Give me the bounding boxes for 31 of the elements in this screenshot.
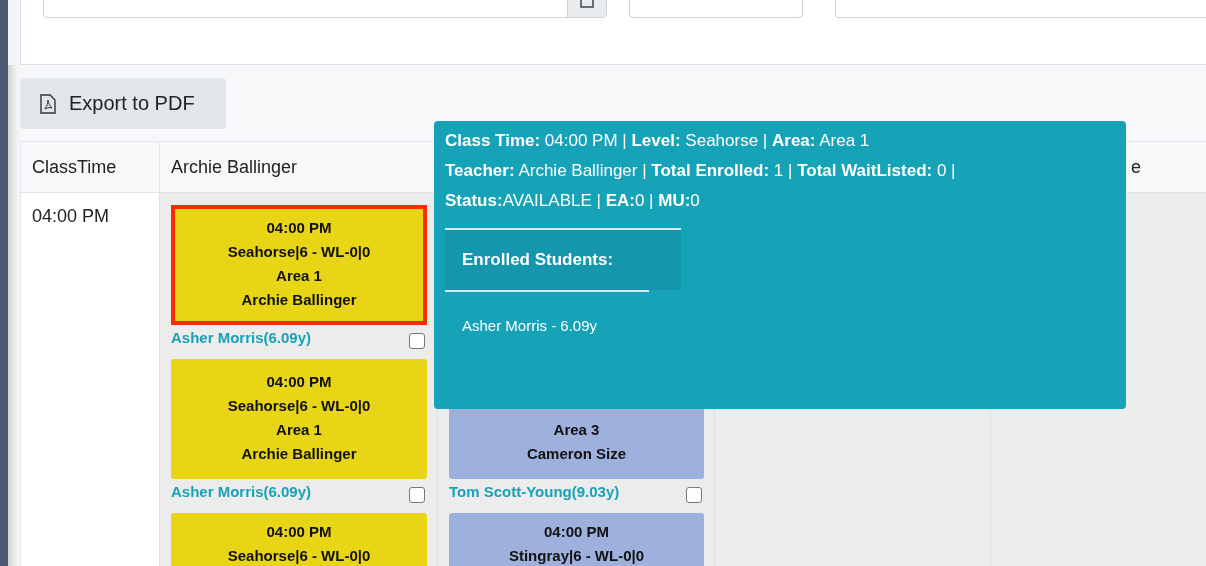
column-header: ClassTime xyxy=(20,141,159,193)
column-header: Archie Ballinger xyxy=(159,141,437,193)
class-card-line: Cameron Size xyxy=(526,444,627,464)
export-pdf-button[interactable]: Export to PDF xyxy=(20,78,226,129)
class-card-line: Seahorse|6 - WL-0|0 xyxy=(227,396,371,416)
class-time-cell: 04:00 PM xyxy=(20,193,159,566)
class-card-line: Area 1 xyxy=(276,266,322,286)
class-card[interactable]: 04:00 PM Stingray|6 - WL-0|0 xyxy=(449,513,704,566)
class-card[interactable]: 04:00 PM Seahorse|6 - WL-0|0 xyxy=(171,513,427,566)
pdf-file-icon xyxy=(40,93,56,114)
class-card-line: Archie Ballinger xyxy=(241,444,357,464)
class-card-line: Area 3 xyxy=(553,420,600,440)
class-card-line: Stingray|6 - WL-0|0 xyxy=(508,546,645,566)
class-card-line: 04:00 PM xyxy=(266,372,332,392)
student-checkbox[interactable] xyxy=(409,487,425,503)
class-card-line: Seahorse|6 - WL-0|0 xyxy=(227,242,371,262)
class-info-text: Teacher: Archie Ballinger | Total Enrolled: 1 | Total WaitListed: 0 | xyxy=(445,160,957,182)
class-card-line: Seahorse|6 - WL-0|0 xyxy=(227,546,371,566)
class-card-line: 04:00 PM xyxy=(266,522,332,542)
class-card-line: 04:00 PM xyxy=(543,522,609,542)
class-card-line: Archie Ballinger xyxy=(241,290,357,310)
class-info-text: Class Time: 04:00 PM | Level: Seahorse | Area: Area 1 xyxy=(445,130,871,152)
class-card[interactable]: 04:00 PM Seahorse|6 - WL-0|0 Area 1 Archie Ballinger xyxy=(171,359,427,479)
class-card-line: Area 1 xyxy=(276,420,322,440)
class-info-text: Status:AVAILABLE | EA:0 | MU:0 xyxy=(445,190,701,212)
enrolled-students-heading: Enrolled Students: xyxy=(445,228,681,290)
highlighted-class-card[interactable]: 04:00 PM Seahorse|6 - WL-0|0 Area 1 Archie Ballinger xyxy=(171,205,427,325)
enrolled-student: Asher Morris - 6.09y xyxy=(462,317,599,334)
student-checkbox[interactable] xyxy=(686,487,702,503)
class-card-line: 04:00 PM xyxy=(266,218,332,238)
student-checkbox[interactable] xyxy=(409,333,425,349)
